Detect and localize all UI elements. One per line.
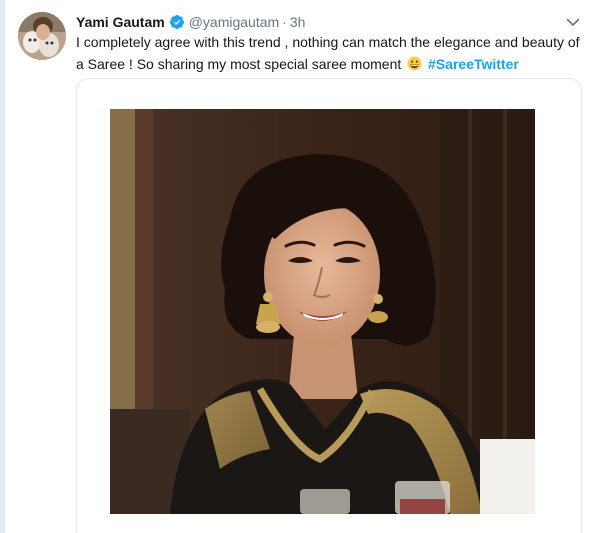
author-display-name[interactable]: Yami Gautam: [76, 14, 165, 30]
photo-image: [110, 109, 535, 514]
hashtag-link[interactable]: #SareeTwitter: [428, 56, 519, 72]
tweet[interactable]: Yami Gautam @yamigautam · 3h I completel…: [0, 0, 591, 533]
page: Yami Gautam @yamigautam · 3h I completel…: [0, 0, 591, 533]
tweet-timestamp[interactable]: 3h: [290, 14, 306, 30]
author-handle[interactable]: @yamigautam: [189, 14, 279, 30]
tweet-text: I completely agree with this trend , not…: [76, 31, 581, 75]
chevron-down-icon[interactable]: [565, 14, 581, 30]
tweet-photo[interactable]: [110, 109, 535, 514]
avatar-image: [18, 12, 66, 60]
grinning-emoji-icon: [407, 55, 422, 71]
header-separator: ·: [282, 14, 287, 30]
avatar[interactable]: [18, 12, 66, 60]
tweet-header: Yami Gautam @yamigautam · 3h: [76, 12, 305, 32]
verified-badge-icon: [169, 14, 185, 30]
